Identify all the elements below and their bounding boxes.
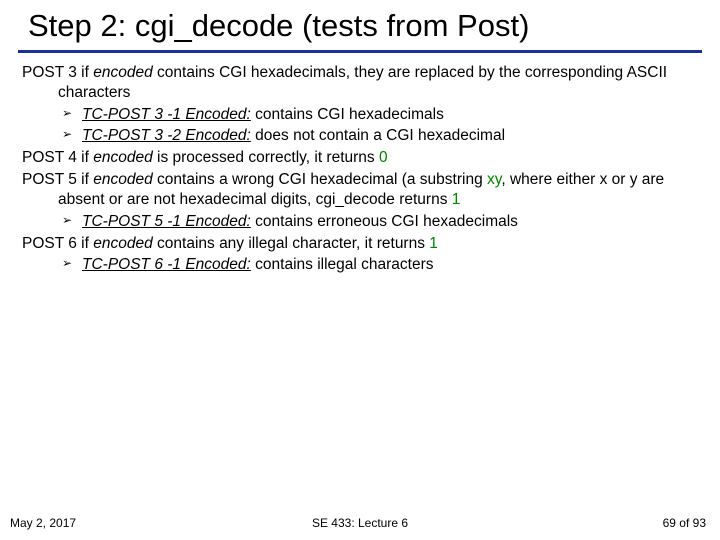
post-3-sub-2: ➢ TC-POST 3 -2 Encoded: does not contain… xyxy=(22,126,688,146)
tc-post-5-1-rest: contains erroneous CGI hexadecimals xyxy=(251,213,518,230)
bullet-icon: ➢ xyxy=(62,107,72,119)
page-total: 93 xyxy=(693,516,706,530)
post-5-text-a: if xyxy=(77,171,93,188)
post-4-line: POST 4 if encoded is processed correctly… xyxy=(22,148,688,168)
post-5-return: 1 xyxy=(452,191,461,208)
post-6-sub-1: ➢ TC-POST 6 -1 Encoded: contains illegal… xyxy=(22,255,688,275)
tc-post-6-1-rest: contains illegal characters xyxy=(251,256,434,273)
bullet-icon: ➢ xyxy=(62,257,72,269)
post-6-return: 1 xyxy=(429,235,438,252)
tc-post-5-1: TC-POST 5 -1 Encoded: xyxy=(82,213,251,230)
tc-post-3-1: TC-POST 3 -1 Encoded: xyxy=(82,106,251,123)
tc-post-3-2: TC-POST 3 -2 Encoded: xyxy=(82,127,251,144)
post-6-text-b: contains any illegal character, it retur… xyxy=(153,235,430,252)
post-5-encoded: encoded xyxy=(93,171,152,188)
footer-course: SE 433: Lecture 6 xyxy=(0,516,720,530)
post-4-text-b: is processed correctly, it returns xyxy=(153,149,379,166)
post-5-xy: xy xyxy=(487,171,501,188)
page-sep: of xyxy=(676,516,693,530)
tc-post-3-2-rest: does not contain a CGI hexadecimal xyxy=(251,127,505,144)
post-6-line: POST 6 if encoded contains any illegal c… xyxy=(22,234,688,254)
slide-title: Step 2: cgi_decode (tests from Post) xyxy=(0,0,720,50)
footer: May 2, 2017 SE 433: Lecture 6 69 of 93 xyxy=(0,510,720,530)
post-3-line: POST 3 if encoded contains CGI hexadecim… xyxy=(22,63,688,103)
post-6-encoded: encoded xyxy=(93,235,152,252)
slide: Step 2: cgi_decode (tests from Post) POS… xyxy=(0,0,720,540)
post-5-label: POST 5 xyxy=(22,171,77,188)
bullet-icon: ➢ xyxy=(62,128,72,140)
post-3-encoded: encoded xyxy=(93,64,152,81)
tc-post-3-1-rest: contains CGI hexadecimals xyxy=(251,106,444,123)
post-3-text-a: if xyxy=(77,64,93,81)
post-5-text-b: contains a wrong CGI hexadecimal (a subs… xyxy=(153,171,487,188)
bullet-icon: ➢ xyxy=(62,214,72,226)
post-3-sub-1: ➢ TC-POST 3 -1 Encoded: contains CGI hex… xyxy=(22,105,688,125)
tc-post-6-1: TC-POST 6 -1 Encoded: xyxy=(82,256,251,273)
post-6-text-a: if xyxy=(77,235,93,252)
page-current: 69 xyxy=(663,516,676,530)
post-4-label: POST 4 xyxy=(22,149,77,166)
post-4-encoded: encoded xyxy=(93,149,152,166)
post-4-text-a: if xyxy=(77,149,93,166)
post-4-return: 0 xyxy=(379,149,388,166)
slide-body: POST 3 if encoded contains CGI hexadecim… xyxy=(0,53,720,275)
post-5-sub-1: ➢ TC-POST 5 -1 Encoded: contains erroneo… xyxy=(22,212,688,232)
post-5-line: POST 5 if encoded contains a wrong CGI h… xyxy=(22,170,688,210)
footer-page: 69 of 93 xyxy=(663,516,706,530)
post-3-label: POST 3 xyxy=(22,64,77,81)
post-6-label: POST 6 xyxy=(22,235,77,252)
